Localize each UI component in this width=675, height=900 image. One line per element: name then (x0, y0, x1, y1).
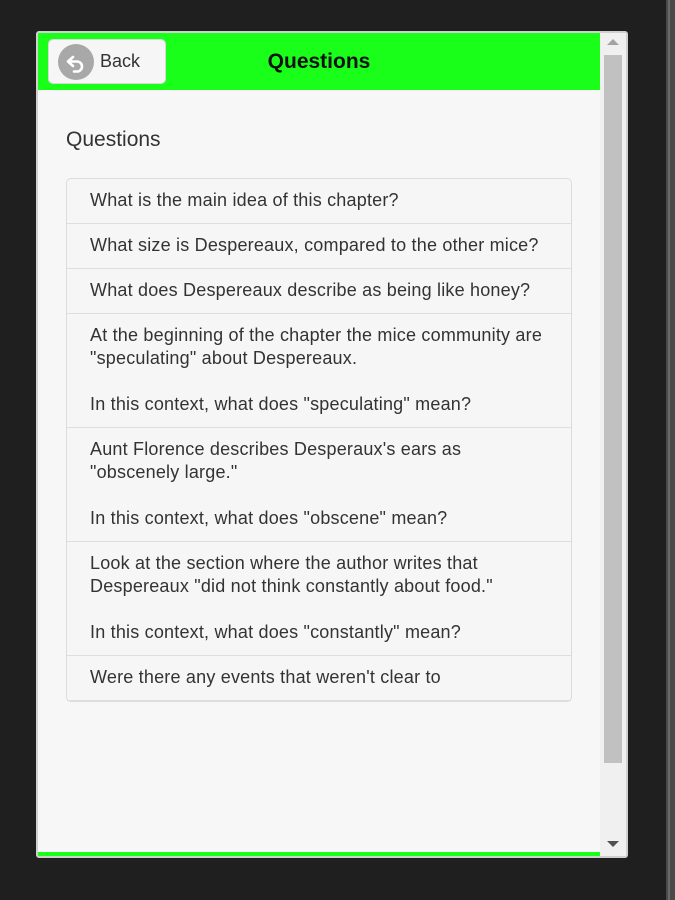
vertical-scrollbar[interactable] (600, 33, 626, 856)
back-arrow-icon (58, 43, 94, 80)
section-heading: Questions (66, 128, 161, 151)
back-button-label: Back (100, 51, 141, 71)
footer-bar (38, 852, 600, 856)
scroll-down-arrow-icon[interactable] (607, 841, 619, 847)
question-item[interactable]: Look at the section where the author wri… (67, 542, 571, 656)
question-item[interactable]: At the beginning of the chapter the mice… (67, 314, 571, 428)
questions-list: What is the main idea of this chapter? W… (66, 178, 572, 702)
question-item[interactable]: What is the main idea of this chapter? (67, 179, 571, 224)
question-item[interactable]: Were there any events that weren't clear… (67, 656, 571, 701)
back-button[interactable]: Back (48, 39, 166, 84)
question-item[interactable]: What does Despereaux describe as being l… (67, 269, 571, 314)
question-item[interactable]: What size is Despereaux, compared to the… (67, 224, 571, 269)
app-window: Questions Back Questions What is the mai… (36, 31, 628, 858)
question-item[interactable]: Aunt Florence describes Desperaux's ears… (67, 428, 571, 542)
scroll-up-arrow-icon[interactable] (607, 39, 619, 45)
scrollbar-thumb[interactable] (604, 55, 622, 763)
window-edge-line (668, 0, 670, 900)
header-bar: Questions Back (38, 33, 600, 90)
